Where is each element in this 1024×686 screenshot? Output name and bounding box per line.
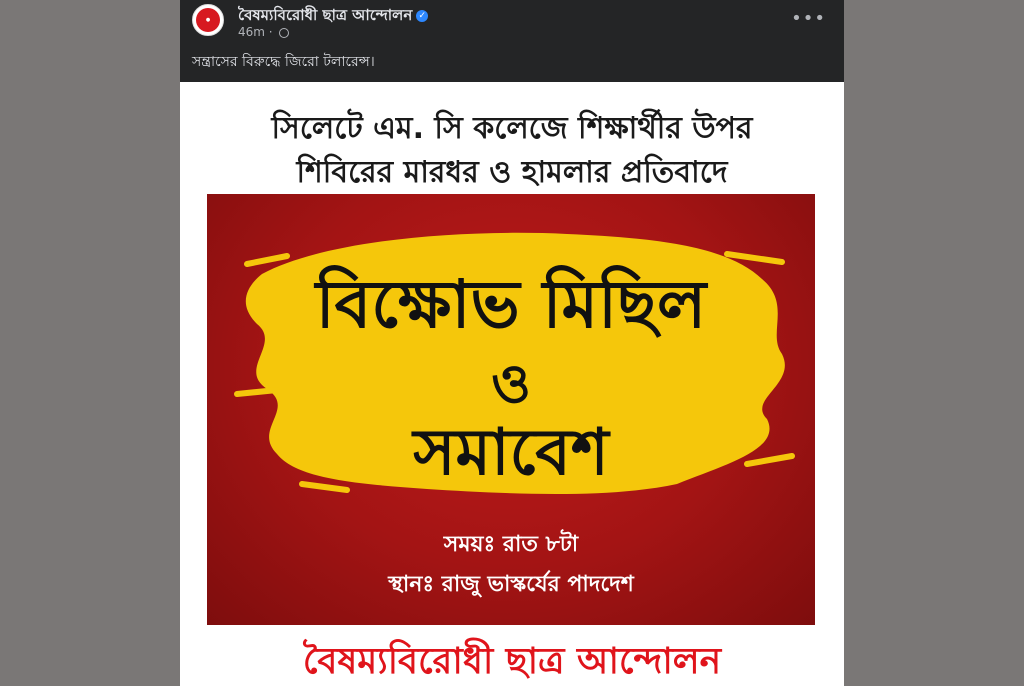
event-place: স্থানঃ রাজু ভাস্কর্যের পাদদেশ: [388, 572, 634, 597]
protest-banner: বিক্ষোভ মিছিল ও সমাবেশ সময়ঃ রাত ৮টা স্থ…: [207, 194, 815, 625]
post-timestamp[interactable]: 46m: [238, 25, 265, 39]
poster-footer-org: বৈষম্যবিরোধী ছাত্র আন্দোলন: [302, 641, 722, 682]
verified-badge-icon: ✓: [416, 9, 429, 22]
facebook-post: ● বৈষম্যবিরোধী ছাত্র আন্দোলন ✓ 46m · ••• …: [180, 0, 844, 686]
more-options-icon[interactable]: •••: [791, 8, 826, 29]
globe-icon[interactable]: [279, 27, 290, 38]
page-avatar[interactable]: ●: [192, 4, 224, 36]
poster-headline-line2: শিবিরের মারধর ও হামলার প্রতিবাদে: [296, 155, 728, 190]
banner-title-line3: সমাবেশ: [413, 416, 609, 490]
meta-separator: ·: [268, 25, 273, 39]
avatar-logo-icon: ●: [196, 8, 220, 32]
post-caption: সন্ত্রাসের বিরুদ্ধে জিরো টলারেন্স।: [192, 54, 375, 70]
post-meta: 46m ·: [238, 25, 290, 39]
page-name-text: বৈষম্যবিরোধী ছাত্র আন্দোলন: [238, 6, 413, 24]
post-image[interactable]: সিলেটে এম. সি কলেজে শিক্ষার্থীর উপর শিবি…: [180, 82, 844, 686]
post-header: ● বৈষম্যবিরোধী ছাত্র আন্দোলন ✓ 46m · •••: [180, 0, 844, 46]
event-time: সময়ঃ রাত ৮টা: [443, 532, 579, 557]
